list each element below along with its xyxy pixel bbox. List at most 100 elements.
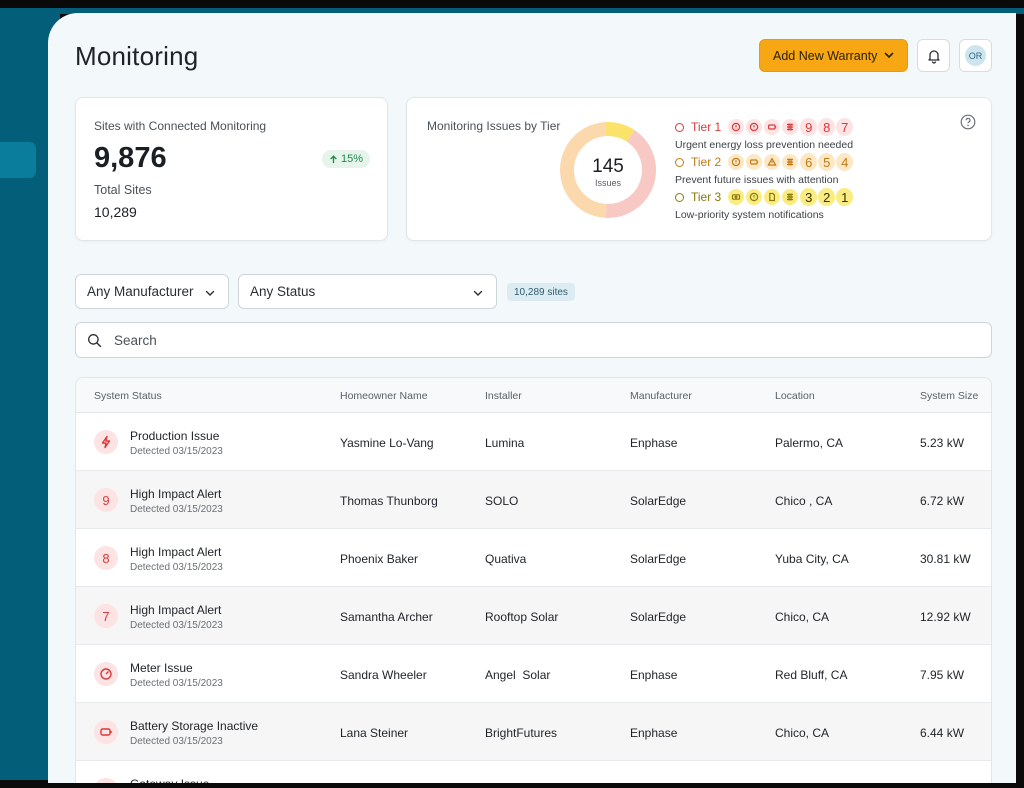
tier-count: 9	[800, 118, 818, 136]
tier-1-row[interactable]: Tier 1 987	[675, 117, 854, 137]
column-header-manufacturer[interactable]: Manufacturer	[630, 390, 692, 402]
alert-circle-icon	[746, 189, 763, 205]
system-size: 6.72 kW	[920, 494, 965, 508]
manufacturer: Enphase	[630, 726, 678, 740]
arrow-up-icon	[330, 154, 337, 163]
tier-count: 3	[800, 188, 818, 206]
issues-total-label: Issues	[594, 178, 621, 188]
table-row[interactable]: Battery Storage Inactive Detected 03/15/…	[76, 703, 991, 761]
detected-date: Detected 03/15/2023	[130, 446, 223, 457]
table-row[interactable]: Gateway Issue	[76, 761, 991, 783]
battery-icon	[746, 154, 763, 170]
lightning-icon	[94, 430, 118, 454]
column-header-system-status[interactable]: System Status	[94, 390, 162, 402]
location: Chico, CA	[775, 610, 830, 624]
total-sites-label: Total Sites	[94, 183, 152, 197]
manufacturer: SolarEdge	[630, 610, 687, 624]
status-title: Meter Issue	[130, 661, 193, 675]
device-frame: Monitoring Add New Warranty OR Sites wit…	[0, 0, 1024, 788]
location: Palermo, CA	[775, 436, 844, 450]
alert-number-badge: 9	[94, 488, 118, 512]
tier-2-row[interactable]: Tier 2 654	[675, 152, 854, 172]
search-bar[interactable]	[75, 322, 992, 358]
installer: SOLO	[485, 494, 519, 508]
grid-icon	[782, 119, 799, 135]
bell-icon	[927, 49, 940, 64]
tier-dot	[675, 157, 684, 167]
add-warranty-button[interactable]: Add New Warranty	[759, 39, 908, 72]
search-input[interactable]	[114, 332, 964, 348]
total-sites-value: 10,289	[94, 204, 137, 220]
alert-number-badge: 7	[94, 604, 118, 628]
column-header-homeowner[interactable]: Homeowner Name	[340, 390, 428, 402]
notifications-button[interactable]	[917, 39, 950, 72]
tier-label: Tier 3	[691, 190, 722, 204]
connected-monitoring-card: Sites with Connected Monitoring 9,876 15…	[75, 97, 388, 241]
alert-circle-icon	[746, 119, 763, 135]
system-size: 6.44 kW	[920, 726, 965, 740]
installer: Angel Solar	[485, 668, 551, 682]
manufacturer: SolarEdge	[630, 552, 687, 566]
search-icon	[88, 334, 102, 348]
detected-date: Detected 03/15/2023	[130, 620, 223, 631]
grid-icon	[782, 189, 799, 205]
battery-icon	[764, 119, 781, 135]
alert-count: 8	[102, 550, 110, 566]
tier-2-description: Prevent future issues with attention	[675, 174, 839, 186]
homeowner-name: Lana Steiner	[340, 726, 409, 740]
installer: Lumina	[485, 436, 525, 450]
warning-icon	[764, 154, 781, 170]
manufacturer-filter-value: Any Manufacturer	[87, 284, 194, 299]
card-label: Sites with Connected Monitoring	[94, 119, 267, 133]
change-badge: 15%	[322, 150, 371, 168]
detected-date: Detected 03/15/2023	[130, 504, 223, 515]
tier-1-description: Urgent energy loss prevention needed	[675, 139, 854, 151]
system-size: 12.92 kW	[920, 610, 971, 624]
status-filter-value: Any Status	[250, 284, 316, 299]
user-menu-button[interactable]: OR	[959, 39, 992, 72]
gateway-icon	[94, 778, 118, 783]
chevron-down-icon	[473, 290, 483, 296]
page-title: Monitoring	[75, 41, 199, 71]
tier-count: 6	[800, 153, 818, 171]
tier-count: 1	[836, 188, 854, 206]
table-row[interactable]: 7 High Impact Alert Detected 03/15/2023 …	[76, 587, 991, 645]
manufacturer: Enphase	[630, 668, 678, 682]
donut-segment-tier-3	[604, 122, 635, 142]
tier-3-description: Low-priority system notifications	[675, 209, 824, 221]
column-header-system-size[interactable]: System Size	[920, 390, 978, 402]
status-filter[interactable]: Any Status	[238, 274, 497, 309]
tier-dot	[675, 192, 684, 202]
tier-count: 7	[836, 118, 854, 136]
manufacturer-filter[interactable]: Any Manufacturer	[75, 274, 229, 309]
card-label: Monitoring Issues by Tier	[427, 119, 561, 133]
avatar: OR	[965, 45, 986, 66]
tier-label: Tier 1	[691, 120, 722, 134]
homeowner-name: Phoenix Baker	[340, 552, 419, 566]
status-title: High Impact Alert	[130, 545, 222, 559]
column-header-location[interactable]: Location	[775, 390, 815, 402]
detected-date: Detected 03/15/2023	[130, 736, 223, 747]
table-row[interactable]: Production Issue Detected 03/15/2023 Yas…	[76, 413, 991, 471]
system-size: 30.81 kW	[920, 552, 971, 566]
chevron-down-icon	[884, 52, 894, 59]
gauge-icon	[94, 662, 118, 686]
alert-number-badge: 8	[94, 546, 118, 570]
sidebar-active-item[interactable]	[0, 142, 36, 178]
status-title: Gateway Issue	[130, 777, 209, 783]
table-row[interactable]: Meter Issue Detected 03/15/2023 Sandra W…	[76, 645, 991, 703]
table-row[interactable]: 9 High Impact Alert Detected 03/15/2023 …	[76, 471, 991, 529]
location: Yuba City, CA	[775, 552, 849, 566]
grid-icon	[782, 154, 799, 170]
change-value: 15%	[341, 153, 364, 165]
homeowner-name: Samantha Archer	[340, 610, 433, 624]
table-row[interactable]: 8 High Impact Alert Detected 03/15/2023 …	[76, 529, 991, 587]
installer: Quativa	[485, 552, 527, 566]
system-size: 7.95 kW	[920, 668, 965, 682]
system-size: 5.23 kW	[920, 436, 965, 450]
column-header-installer[interactable]: Installer	[485, 390, 522, 402]
tier-count: 5	[818, 153, 836, 171]
tier-3-row[interactable]: Tier 3 321	[675, 187, 854, 207]
help-icon[interactable]	[960, 114, 976, 130]
homeowner-name: Yasmine Lo-Vang	[340, 436, 434, 450]
